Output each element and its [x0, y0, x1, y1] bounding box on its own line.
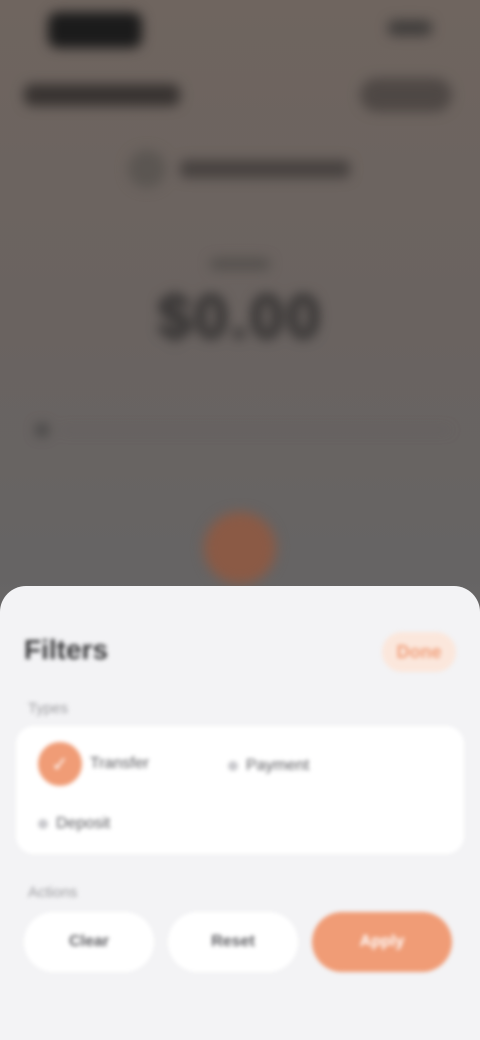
dot-icon — [38, 819, 48, 829]
account-row — [128, 150, 358, 190]
header-actions — [360, 78, 452, 112]
type-chip-label: Transfer — [90, 755, 149, 772]
type-chip-transfer[interactable]: ✓ Transfer — [38, 742, 149, 786]
dot-icon — [228, 761, 238, 771]
done-button[interactable]: Done — [382, 632, 456, 672]
divider-row — [30, 420, 450, 442]
status-time — [48, 12, 142, 48]
filter-sheet: Filters Done Types ✓ Transfer Payment De… — [0, 586, 480, 1040]
action-row: Clear Reset Apply — [16, 912, 464, 976]
reset-button[interactable]: Reset — [168, 912, 298, 972]
type-chip-payment[interactable]: Payment — [228, 746, 309, 786]
avatar — [128, 150, 166, 188]
account-name — [180, 160, 350, 178]
dot-icon — [36, 424, 48, 436]
type-chip-label: Payment — [246, 757, 310, 774]
balance-label — [210, 258, 270, 270]
type-chip-deposit[interactable]: Deposit — [38, 804, 110, 844]
types-card: ✓ Transfer Payment Deposit — [16, 726, 464, 854]
sheet-title: Filters — [24, 634, 109, 665]
status-bar — [0, 0, 480, 60]
background-app: $0.00 — [0, 0, 480, 600]
divider — [60, 429, 450, 431]
apply-button[interactable]: Apply — [312, 912, 452, 972]
types-section-label: Types — [28, 700, 69, 717]
balance-amount: $0.00 — [157, 283, 323, 352]
app-header — [0, 70, 480, 120]
floating-action-button — [204, 512, 276, 584]
clear-button[interactable]: Clear — [24, 912, 154, 972]
type-chip-label: Deposit — [56, 815, 111, 832]
check-icon: ✓ — [38, 742, 82, 786]
header-title — [24, 84, 180, 106]
actions-section-label: Actions — [28, 884, 78, 901]
status-icons — [388, 20, 432, 36]
